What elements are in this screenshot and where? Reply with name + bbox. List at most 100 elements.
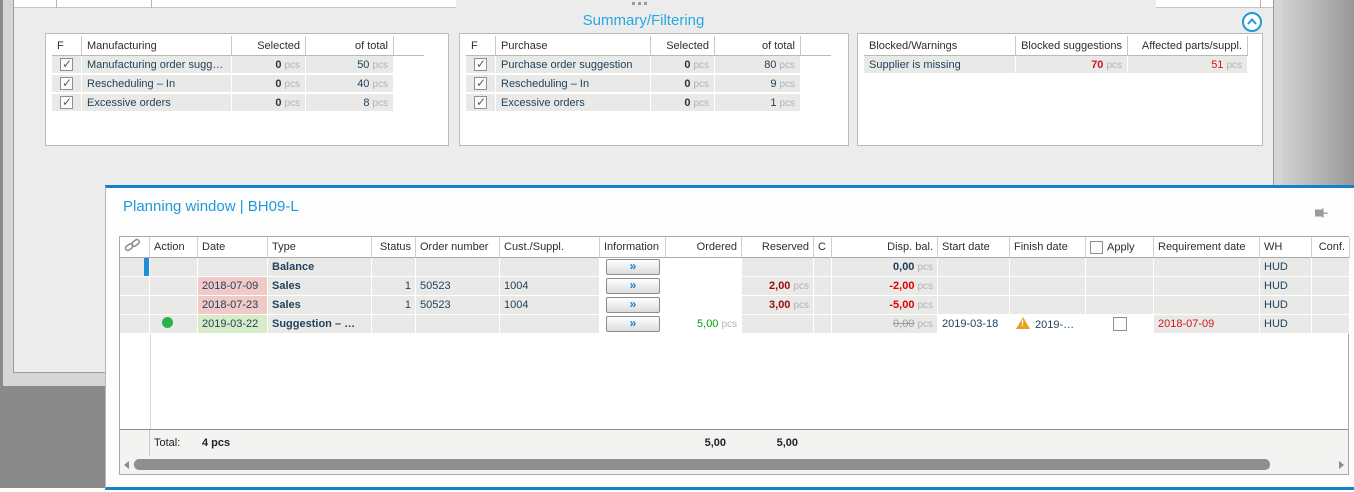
filter-checkbox[interactable] (60, 77, 73, 90)
disp-bal-value: -5,00 (889, 299, 914, 311)
total-ordered: 5,00 (666, 430, 742, 456)
col-header-apply[interactable]: Apply (1086, 237, 1154, 258)
disp-bal-value: -2,00 (889, 280, 914, 292)
col-header-affected-parts[interactable]: Affected parts/suppl. (1128, 36, 1248, 56)
table-row-balance[interactable]: Balance » 0,00pcs HUD (120, 258, 1350, 277)
scroll-left-arrow-icon[interactable] (124, 461, 129, 469)
table-row[interactable]: Rescheduling – In 0pcs 40pcs (52, 75, 424, 94)
col-header-date[interactable]: Date (198, 237, 268, 258)
finish-date-cell[interactable]: 2019-… (1010, 315, 1086, 334)
unit-label: pcs (917, 300, 933, 311)
col-header-selected[interactable]: Selected (651, 36, 715, 56)
filter-checkbox[interactable] (474, 96, 487, 109)
of-total-value: 8 (363, 97, 369, 109)
table-row[interactable]: Purchase order suggestion 0pcs 80pcs (466, 56, 831, 75)
reserved-cell (742, 315, 814, 334)
pin-icon[interactable] (1314, 206, 1328, 218)
col-header-start-date[interactable]: Start date (938, 237, 1010, 258)
col-header-action[interactable]: Action (150, 237, 198, 258)
cust-suppl-cell: 1004 (500, 277, 600, 296)
scroll-right-arrow-icon[interactable] (1339, 461, 1344, 469)
horizontal-scrollbar[interactable] (120, 456, 1348, 474)
unit-label: pcs (693, 98, 709, 109)
apply-checkbox[interactable] (1113, 317, 1127, 331)
col-header-disp-bal[interactable]: Disp. bal. (832, 237, 938, 258)
planning-window: Planning window | BH09-L (105, 185, 1354, 490)
total-reserved: 5,00 (742, 430, 814, 456)
collapse-panel-button[interactable] (1241, 11, 1263, 33)
start-date-cell[interactable]: 2019-03-18 (938, 315, 1010, 334)
table-row[interactable]: Rescheduling – In 0pcs 9pcs (466, 75, 831, 94)
link-column-header[interactable] (120, 237, 150, 258)
col-header-ordered[interactable]: Ordered (666, 237, 742, 258)
grid-line (151, 0, 152, 8)
cust-suppl-cell (500, 315, 600, 334)
ordered-cell (666, 258, 742, 277)
date-cell: 2018-07-23 (198, 296, 268, 315)
of-total-value: 80 (764, 59, 776, 71)
col-header-information[interactable]: Information (600, 237, 666, 258)
table-row[interactable]: Excessive orders 0pcs 8pcs (52, 94, 424, 113)
col-header-of-total[interactable]: of total (715, 36, 801, 56)
table-row-suggestion[interactable]: 2019-03-22 Suggestion – … » 5,00pcs 0,00… (120, 315, 1350, 334)
unit-label: pcs (693, 60, 709, 71)
col-header-status[interactable]: Status (372, 237, 416, 258)
col-header-order-number[interactable]: Order number (416, 237, 500, 258)
wh-cell: HUD (1260, 315, 1312, 334)
cust-suppl-cell (500, 258, 600, 277)
unit-label: pcs (793, 300, 809, 311)
col-header-c[interactable]: C (814, 237, 832, 258)
conf-cell (1312, 315, 1350, 334)
unit-label: pcs (917, 281, 933, 292)
col-header-type[interactable]: Type (268, 237, 372, 258)
date-cell: 2018-07-09 (198, 277, 268, 296)
row-indicator (120, 277, 150, 296)
col-header-finish-date[interactable]: Finish date (1010, 237, 1086, 258)
col-header-requirement-date[interactable]: Requirement date (1154, 237, 1260, 258)
purchase-summary-box: F Purchase Selected of total Purchase or… (459, 33, 849, 146)
splitter-grip-icon[interactable] (632, 2, 652, 6)
filter-checkbox[interactable] (474, 77, 487, 90)
col-header-purchase[interactable]: Purchase (496, 36, 651, 56)
row-indicator (120, 296, 150, 315)
apply-all-checkbox[interactable] (1090, 241, 1103, 254)
table-row[interactable]: Supplier is missing 70pcs 51pcs (864, 56, 1248, 75)
unit-label: pcs (779, 79, 795, 90)
requirement-date-cell (1154, 296, 1260, 315)
table-row[interactable]: Manufacturing order sugg… 0pcs 50pcs (52, 56, 424, 75)
finish-date-cell (1010, 277, 1086, 296)
col-header-f[interactable]: F (52, 36, 82, 56)
col-header-manufacturing[interactable]: Manufacturing (82, 36, 232, 56)
scrollbar-thumb[interactable] (134, 459, 1270, 470)
col-header-f[interactable]: F (466, 36, 496, 56)
col-header-blocked-warnings[interactable]: Blocked/Warnings (864, 36, 1016, 56)
information-button[interactable]: » (606, 278, 660, 294)
filter-label: Purchase order suggestion (496, 56, 651, 75)
table-row-sales-1[interactable]: 2018-07-09 Sales 1 50523 1004 » 2,00pcs … (120, 277, 1350, 296)
selected-value: 0 (684, 59, 690, 71)
information-button[interactable]: » (606, 259, 660, 275)
col-header-cust-suppl[interactable]: Cust./Suppl. (500, 237, 600, 258)
col-header-conf[interactable]: Conf. (1312, 237, 1350, 258)
information-button[interactable]: » (606, 316, 660, 332)
reserved-value: 2,00 (769, 280, 790, 292)
filter-checkbox[interactable] (60, 96, 73, 109)
col-header-of-total[interactable]: of total (306, 36, 394, 56)
information-button[interactable]: » (606, 297, 660, 313)
filter-checkbox[interactable] (60, 58, 73, 71)
type-cell: Suggestion – … (268, 315, 372, 334)
col-header-wh[interactable]: WH (1260, 237, 1312, 258)
order-number-cell: 50523 (416, 296, 500, 315)
table-row-sales-2[interactable]: 2018-07-23 Sales 1 50523 1004 » 3,00pcs … (120, 296, 1350, 315)
type-cell: Balance (268, 258, 372, 277)
col-header-blocked-suggestions[interactable]: Blocked suggestions (1016, 36, 1128, 56)
selected-value: 0 (275, 59, 281, 71)
filter-checkbox[interactable] (474, 58, 487, 71)
table-row[interactable]: Excessive orders 0pcs 1pcs (466, 94, 831, 113)
unit-label: pcs (779, 98, 795, 109)
filter-label: Excessive orders (496, 94, 651, 113)
col-header-reserved[interactable]: Reserved (742, 237, 814, 258)
type-cell: Sales (268, 296, 372, 315)
order-number-cell (416, 315, 500, 334)
col-header-selected[interactable]: Selected (232, 36, 306, 56)
